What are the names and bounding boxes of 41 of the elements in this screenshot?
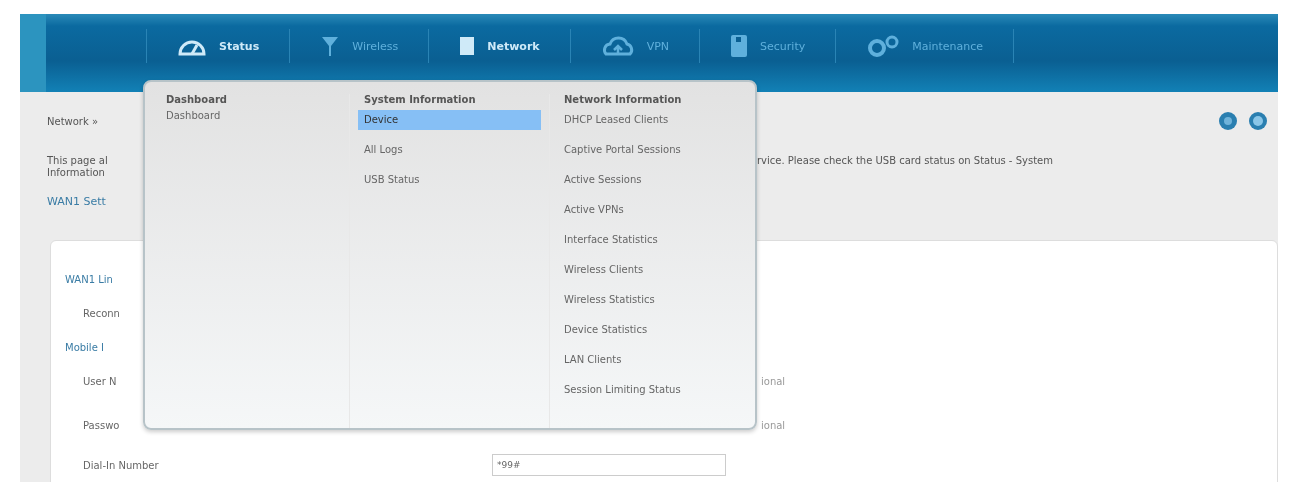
group-title: WAN1 Lin: [65, 273, 113, 285]
menu-item[interactable]: DHCP Leased Clients: [558, 110, 742, 140]
menu-item[interactable]: Captive Portal Sessions: [558, 140, 742, 170]
menu-item[interactable]: Device: [358, 110, 541, 130]
menu-item[interactable]: Wireless Statistics: [558, 290, 742, 320]
menu-item[interactable]: Dashboard: [160, 110, 341, 125]
menu-item[interactable]: All Logs: [358, 140, 541, 170]
field-label: User N: [83, 375, 118, 387]
nav-tab[interactable]: Status: [147, 36, 290, 56]
document-icon: [459, 36, 476, 56]
menu-item[interactable]: LAN Clients: [558, 350, 742, 380]
description-text: rvice. Please check the USB card status on Status - System: [757, 155, 1053, 168]
nav-tab[interactable]: Wireless: [290, 35, 429, 57]
description-text: Information: [47, 167, 106, 179]
nav-tab[interactable]: VPN: [570, 36, 700, 56]
section-title: WAN1 Sett: [47, 195, 107, 208]
field-hint: ional: [761, 375, 786, 387]
group-title: Mobile I: [65, 341, 104, 353]
menu-item[interactable]: Wireless Clients: [558, 260, 742, 290]
description-text: This page al: [47, 155, 109, 167]
menu-item[interactable]: Interface Statistics: [558, 230, 742, 260]
menu-item[interactable]: Device Statistics: [558, 320, 742, 350]
antenna-icon: [320, 35, 341, 57]
menu-item[interactable]: Active Sessions: [558, 170, 742, 200]
menu-item[interactable]: Session Limiting Status: [558, 380, 742, 410]
nav-tab[interactable]: Network: [429, 36, 570, 56]
nav-tab[interactable]: Maintenance: [836, 35, 1014, 57]
menu-heading: Dashboard: [165, 94, 228, 107]
field-label: Dial-In Number: [83, 459, 160, 471]
field-label: Passwo: [83, 419, 121, 431]
menu-heading: System Information: [363, 94, 477, 107]
menu-item[interactable]: Active VPNs: [558, 200, 742, 230]
nav-tab[interactable]: Security: [700, 34, 836, 58]
menu-heading: Network Information: [563, 94, 683, 107]
cloud-icon: [600, 36, 635, 56]
menu-item[interactable]: USB Status: [358, 170, 541, 200]
field-label: Reconn: [83, 307, 121, 319]
breadcrumb[interactable]: Network »: [47, 115, 99, 127]
field-hint: ional: [761, 419, 786, 431]
input-field[interactable]: *99#: [492, 454, 726, 476]
gears-icon: [866, 35, 901, 57]
